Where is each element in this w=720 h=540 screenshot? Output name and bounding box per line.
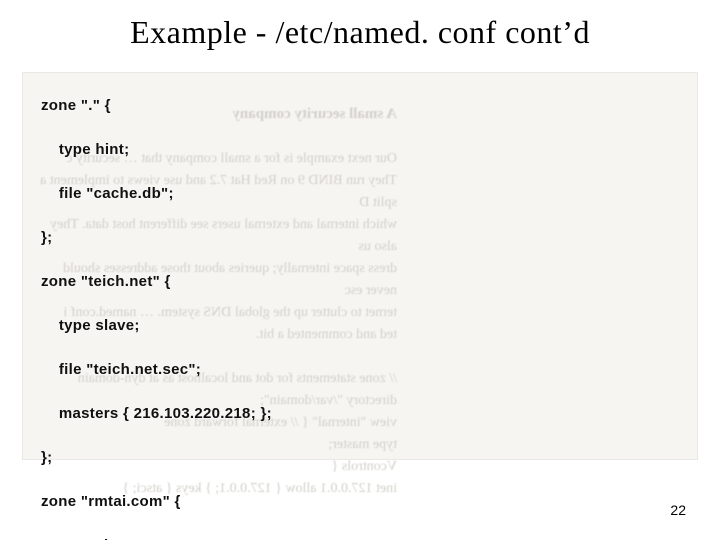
scan-background: A small security company Our next exampl… (22, 72, 698, 460)
page-number: 22 (670, 502, 686, 518)
code-line: type hint; (41, 139, 272, 161)
config-foreground: zone "." { type hint; file "cache.db"; }… (41, 73, 272, 540)
code-line: zone "rmtai.com" { (41, 491, 272, 513)
code-line: type slave; (41, 535, 272, 540)
code-line: }; (41, 227, 272, 249)
ghost-line: ted and commented a bit. (256, 327, 397, 342)
code-line: file "teich.net.sec"; (41, 359, 272, 381)
ghost-line: directory "/var/domain"; (260, 393, 397, 408)
code-line: masters { 216.103.220.218; }; (41, 403, 272, 425)
slide-title: Example - /etc/named. conf cont’d (0, 14, 720, 51)
code-line: file "cache.db"; (41, 183, 272, 205)
code-line: zone "teich.net" { (41, 271, 272, 293)
ghost-line: Vcontrols { (332, 459, 397, 474)
code-line: }; (41, 447, 272, 469)
slide: Example - /etc/named. conf cont’d A smal… (0, 0, 720, 540)
code-line: zone "." { (41, 95, 272, 117)
code-line: type slave; (41, 315, 272, 337)
ghost-line: type master; (328, 437, 397, 452)
